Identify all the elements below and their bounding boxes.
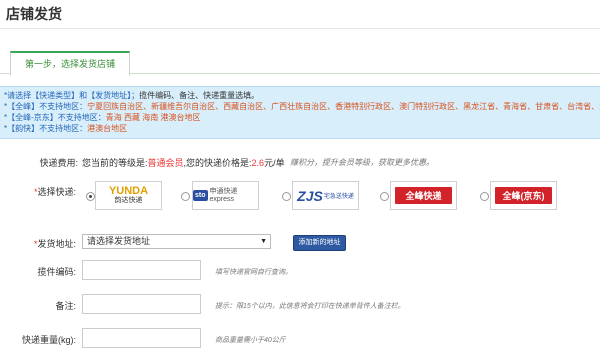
courier-radio-zjs[interactable]: [282, 192, 291, 201]
remark-input[interactable]: [82, 294, 201, 314]
notice-line: *【全峰-京东】不支持地区：青海 西藏 海南 港澳台地区: [4, 112, 596, 123]
zjs-logo: ZJS 宅急送快递: [297, 188, 354, 204]
notice-prefix: *【韵快】不支持地区：: [4, 124, 88, 133]
notice-text: 宁夏回族自治区、新疆维吾尔自治区、西藏自治区、广西壮族自治区、香港特别行政区、澳…: [87, 102, 600, 111]
notice-text: 青海 西藏 海南 港澳台地区: [105, 113, 201, 122]
fee-text-before: 您当前的等级是:: [82, 158, 148, 168]
fee-price: 2.6: [251, 158, 265, 168]
notice-line: *【全峰】不支持地区：宁夏回族自治区、新疆维吾尔自治区、西藏自治区、广西壮族自治…: [4, 101, 600, 112]
weight-label: 快递重量(kg):: [21, 335, 76, 345]
courier-radio-yunda[interactable]: [86, 192, 95, 201]
zjs-mark: ZJS: [297, 187, 323, 204]
courier-radio-quanfeng-jd[interactable]: [480, 192, 489, 201]
yunda-name: YUNDA: [108, 184, 149, 197]
courier-label: *选择快递:: [33, 187, 76, 197]
notice-text: 揽件编码、备注、快递重量选填。: [139, 91, 260, 100]
title-divider: [0, 28, 600, 29]
remark-label: 备注:: [55, 301, 76, 311]
courier-radio-quanfeng[interactable]: [380, 192, 389, 201]
sto-logo: sto 申通快递 express: [193, 188, 258, 204]
courier-option-quanfeng[interactable]: 全峰快递: [390, 181, 457, 210]
add-address-button[interactable]: 添加新的地址: [293, 235, 346, 251]
page-title: 店铺发货: [6, 6, 62, 22]
fee-unit: 元/单: [264, 158, 285, 168]
sto-mark: sto: [193, 190, 208, 201]
fee-hint: 赚积分，提升会员等级，获取更多优惠。: [290, 158, 434, 167]
courier-option-quanfeng-jd[interactable]: 全峰(京东): [490, 181, 557, 210]
pickup-code-hint: 填写快递官网自行查询。: [215, 269, 292, 276]
quanfeng-logo: 全峰快递: [395, 187, 452, 204]
notice-line: *【韵快】不支持地区：港澳台地区: [4, 123, 596, 134]
address-label-text: 发货地址:: [37, 239, 76, 249]
weight-input[interactable]: [82, 328, 201, 348]
courier-option-yunda[interactable]: YUNDA 韵达快递: [95, 181, 162, 210]
tab-select-store[interactable]: 第一步，选择发货店铺: [10, 51, 130, 76]
pickup-code-label: 揽件编码:: [37, 267, 76, 277]
quanfeng-jd-logo: 全峰(京东): [495, 187, 552, 204]
courier-label-text: 选择快递:: [37, 187, 76, 197]
courier-option-zjs[interactable]: ZJS 宅急送快递: [292, 181, 359, 210]
chevron-down-icon: ▼: [260, 238, 267, 245]
courier-option-sto[interactable]: sto 申通快递 express: [192, 181, 259, 210]
sto-sub: 申通快递 express: [209, 187, 238, 203]
yunda-sub: 韵达快递: [114, 196, 143, 204]
weight-hint: 商品重量需小于40公斤: [215, 337, 286, 344]
notice-line: *请选择【快递类型】和【发货地址】；揽件编码、备注、快递重量选填。: [4, 90, 596, 101]
fee-text: 您当前的等级是:普通会员,您的快递价格是:2.6元/单: [82, 156, 285, 169]
notice-text: 港澳台地区: [87, 124, 128, 133]
address-label: *发货地址:: [33, 239, 76, 249]
member-level: 普通会员: [147, 158, 184, 168]
zjs-sub: 宅急送快递: [323, 194, 354, 200]
remark-hint: 提示：限15个以内，此信息将会打印在快递单背件人备注栏。: [215, 303, 405, 310]
notice-prefix: *【全峰-京东】不支持地区：: [4, 113, 106, 122]
address-select[interactable]: 请选择发货地址 ▼: [82, 234, 271, 249]
notice-prefix: *请选择【快递类型】和【发货地址】；: [4, 91, 140, 100]
fee-label: 快递费用:: [39, 158, 78, 168]
address-select-value: 请选择发货地址: [87, 236, 151, 246]
yunda-logo: YUNDA 韵达快递: [108, 184, 149, 206]
courier-radio-sto[interactable]: [181, 192, 190, 201]
notice-prefix: *【全峰】不支持地区：: [4, 102, 88, 111]
pickup-code-input[interactable]: [82, 260, 201, 280]
notice-box: *请选择【快递类型】和【发货地址】；揽件编码、备注、快递重量选填。 *【全峰】不…: [0, 86, 600, 139]
fee-text-mid: ,您的快递价格是:: [183, 158, 252, 168]
